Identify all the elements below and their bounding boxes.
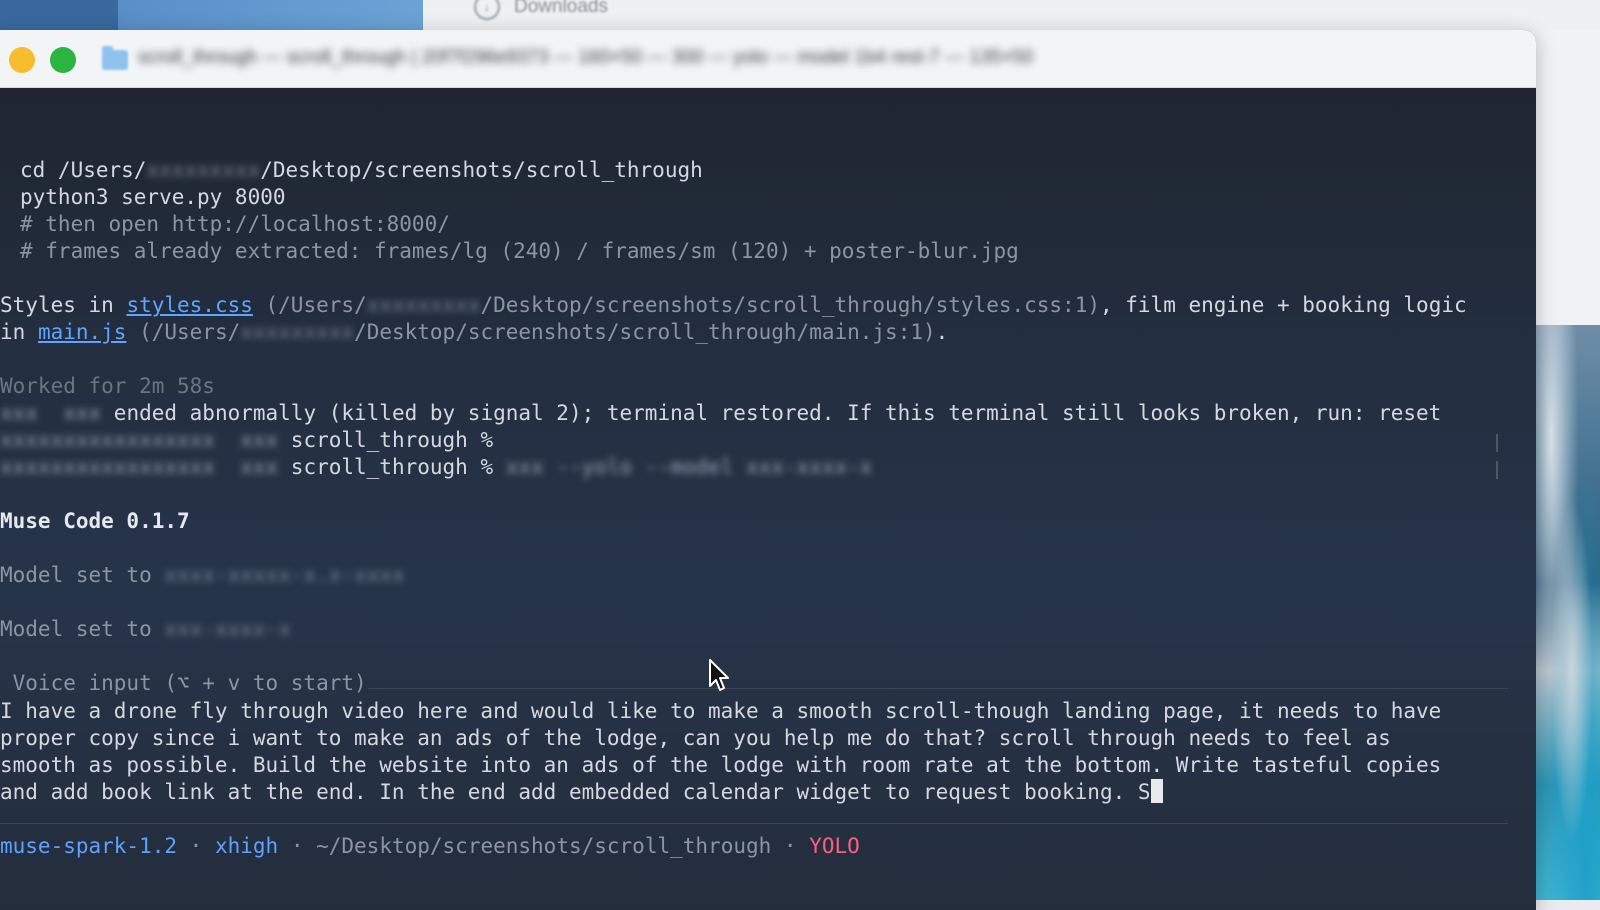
prompt-directory: scroll_through % bbox=[290, 455, 494, 479]
status-separator: · bbox=[278, 834, 317, 858]
styles-css-link[interactable]: styles.css bbox=[126, 293, 252, 317]
prompt-input-line: I have a drone fly through video here an… bbox=[0, 699, 1442, 723]
download-circle-icon: ↓ bbox=[474, 0, 500, 20]
comment-frames-line: # frames already extracted: frames/lg (2… bbox=[20, 239, 1019, 263]
worked-for-line: Worked for 2m 58s bbox=[0, 374, 215, 398]
background-browser-tab-edge bbox=[0, 0, 118, 30]
styles-prefix: Styles in bbox=[0, 293, 127, 317]
prompt-input-line: smooth as possible. Build the website in… bbox=[0, 753, 1442, 777]
command-serve-line: python3 serve.py 8000 bbox=[20, 185, 286, 209]
model-set-line: Model set to xxxx-xxxxx-x.x-xxxx bbox=[0, 562, 405, 589]
cd-suffix: /Desktop/screenshots/scroll_through bbox=[260, 158, 703, 182]
terminal-window[interactable]: scroll_through — scroll_through | 20f7f2… bbox=[0, 30, 1536, 910]
text-cursor bbox=[1150, 779, 1163, 803]
voice-input-hint: Voice input (⌥ + v to start) bbox=[0, 671, 367, 695]
redacted-host: xxxxxxxxxxxxxxxxx xxx bbox=[0, 455, 291, 479]
terminal-output[interactable]: cd /Users/xxxxxxxxx/Desktop/screenshots/… bbox=[0, 88, 1536, 910]
redacted-model: xxx-xxxx-x bbox=[164, 617, 291, 641]
status-separator: · bbox=[771, 834, 810, 858]
main-path-b: /Desktop/screenshots/scroll_through/main… bbox=[354, 320, 936, 344]
abnormal-exit-text: ended abnormally (killed by signal 2); t… bbox=[113, 401, 1442, 425]
input-bottom-border bbox=[0, 823, 1508, 824]
window-title: scroll_through — scroll_through | 20f7f2… bbox=[138, 47, 1034, 68]
status-effort: xhigh bbox=[214, 834, 279, 858]
window-titlebar[interactable]: scroll_through — scroll_through | 20f7f2… bbox=[0, 30, 1536, 88]
styles-path-b: /Desktop/screenshots/scroll_through/styl… bbox=[480, 293, 1100, 317]
status-model: muse-spark-1.2 bbox=[0, 834, 178, 858]
downloads-item[interactable]: ↓ Downloads bbox=[474, 0, 608, 20]
redacted-host: xxxxxxxxxxxxxxxxx xxx bbox=[0, 428, 291, 452]
folder-icon bbox=[102, 46, 128, 70]
shell-prompt-line: xxxxxxxxxxxxxxxxx xxx scroll_through % bbox=[0, 427, 493, 454]
styles-line: Styles in styles.css (/Users/xxxxxxxxx/D… bbox=[0, 292, 1467, 319]
background-window-panel bbox=[1530, 30, 1600, 325]
app-name-version: Muse Code 0.1.7 bbox=[0, 509, 190, 533]
comment-open-line: # then open http://localhost:8000/ bbox=[20, 212, 450, 236]
status-bar: muse-spark-1.2 · xhigh · ~/Desktop/scree… bbox=[0, 833, 860, 860]
main-js-link[interactable]: main.js bbox=[38, 320, 127, 344]
status-mode-badge: YOLO bbox=[809, 834, 860, 858]
mouse-pointer-icon bbox=[709, 659, 729, 691]
model-set-label: Model set to bbox=[0, 563, 165, 587]
cd-prefix: cd /Users/ bbox=[20, 158, 147, 182]
model-set-line: Model set to xxx-xxxx-x bbox=[0, 616, 291, 643]
styles-suffix: , film engine + booking logic bbox=[1099, 293, 1467, 317]
desktop-wallpaper bbox=[1530, 325, 1600, 900]
redacted-model: xxxx-xxxxx-x.x-xxxx bbox=[164, 563, 405, 587]
input-top-border bbox=[368, 688, 1508, 689]
main-path-a: (/Users/ bbox=[126, 320, 241, 344]
main-suffix: . bbox=[935, 320, 949, 344]
scroll-marker bbox=[1490, 434, 1498, 452]
redacted-command: xxx --yolo --model xxx-xxxx-x bbox=[493, 455, 873, 479]
main-prefix: in bbox=[0, 320, 38, 344]
redacted-username: xxxxxxxxx bbox=[146, 158, 261, 182]
prompt-input-line: proper copy since i want to make an ads … bbox=[0, 726, 1391, 750]
status-path: ~/Desktop/screenshots/scroll_through bbox=[316, 834, 772, 858]
redacted-username: xxxxxxxxx bbox=[240, 320, 355, 344]
command-cd-line: cd /Users/xxxxxxxxx/Desktop/screenshots/… bbox=[20, 157, 703, 184]
main-js-line: in main.js (/Users/xxxxxxxxx/Desktop/scr… bbox=[0, 319, 948, 346]
prompt-input-line: and add book link at the end. In the end… bbox=[0, 779, 1163, 806]
abnormal-exit-line: xxx xxx ended abnormally (killed by sign… bbox=[0, 400, 1441, 427]
model-set-label: Model set to bbox=[0, 617, 165, 641]
prompt-directory: scroll_through % bbox=[290, 428, 494, 452]
prompt-input-text: and add book link at the end. In the end… bbox=[0, 780, 1151, 804]
styles-path-a: (/Users/ bbox=[252, 293, 367, 317]
downloads-label: Downloads bbox=[514, 0, 608, 17]
minimize-button[interactable] bbox=[9, 47, 35, 73]
status-separator: · bbox=[177, 834, 215, 858]
redacted-username: xxxxxxxxx bbox=[366, 293, 481, 317]
scroll-marker bbox=[1490, 461, 1498, 479]
redacted-process: xxx xxx bbox=[0, 401, 114, 425]
zoom-button[interactable] bbox=[50, 47, 76, 73]
shell-prompt-line: xxxxxxxxxxxxxxxxx xxx scroll_through % x… bbox=[0, 454, 872, 481]
